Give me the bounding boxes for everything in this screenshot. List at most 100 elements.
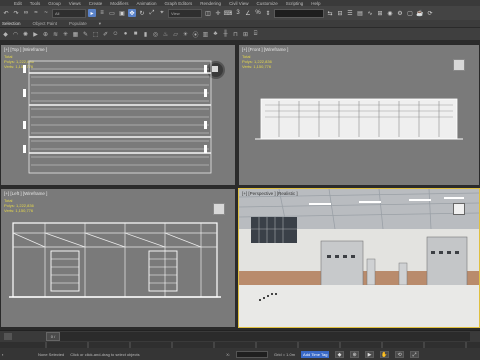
named-selection-field[interactable] — [274, 8, 324, 18]
ribbon-options-icon[interactable]: ▾ — [99, 21, 101, 27]
viewport-label[interactable]: [+] [Perspective ] [Realistic ] — [242, 191, 298, 196]
viewport-top[interactable]: [+] [Top ] [Wireframe ] Total Polys: 1,2… — [0, 44, 236, 186]
stairs-icon[interactable]: ⌸ — [252, 31, 259, 38]
manipulate-icon[interactable]: ✛ — [214, 9, 222, 17]
menu-tools[interactable]: Tools — [30, 1, 41, 6]
perspective-render — [239, 189, 479, 327]
tab-object-paint[interactable]: Object Paint — [33, 21, 58, 26]
window-crossing-icon[interactable]: ▣ — [118, 9, 126, 17]
pivot-icon[interactable]: ◫ — [204, 9, 212, 17]
reference-coord-dropdown[interactable]: View — [168, 8, 202, 18]
unlink-icon[interactable]: ≈ — [32, 9, 40, 17]
x-coordinate-field[interactable] — [236, 350, 269, 358]
bind-spacewarp-icon[interactable]: ~ — [42, 9, 50, 17]
viewport-perspective[interactable]: [+] [Perspective ] [Realistic ] — [238, 188, 480, 328]
menu-civil-view[interactable]: Civil View — [229, 1, 248, 6]
mirror-icon[interactable]: ⇆ — [326, 9, 334, 17]
sphere-icon[interactable]: ● — [122, 31, 129, 38]
time-config-icon[interactable] — [4, 333, 12, 340]
scale-icon[interactable]: ⤢ — [148, 9, 156, 17]
create-lights-icon[interactable]: ✺ — [22, 31, 29, 38]
tab-populate[interactable]: Populate — [69, 21, 87, 26]
window-icon[interactable]: ⊞ — [242, 31, 249, 38]
set-key-button[interactable]: ⊕ — [350, 350, 360, 358]
tab-selection[interactable]: Selection — [2, 21, 21, 26]
menu-animation[interactable]: Animation — [137, 1, 157, 6]
create-helpers-icon[interactable]: ⊕ — [42, 31, 49, 38]
toggle-ribbon-icon[interactable]: ▤ — [356, 9, 364, 17]
railing-icon[interactable]: ╫ — [222, 31, 229, 38]
render-setup-icon[interactable]: ⚙ — [396, 9, 404, 17]
time-slider[interactable]: 0 / 100 — [46, 332, 470, 347]
main-toolbar: ↶ ↷ ∞ ≈ ~ All ▸ ≡ ▭ ▣ ✥ ↻ ⤢ ⌖ View ◫ ✛ ⌨… — [0, 6, 480, 20]
grid-display: Grid = 1.0m — [274, 351, 296, 357]
snap-3d-icon[interactable]: 3 — [234, 9, 242, 17]
material-editor-icon[interactable]: ◉ — [386, 9, 394, 17]
create-geometry-icon[interactable]: ◆ — [2, 31, 9, 38]
keyboard-shortcut-icon[interactable]: ⌨ — [224, 9, 233, 17]
curve-editor-icon[interactable]: ∿ — [366, 9, 374, 17]
menu-edit[interactable]: Edit — [14, 1, 22, 6]
orbit-icon[interactable]: ⟲ — [395, 350, 405, 358]
graphite-modeling-icon[interactable]: ▦ — [72, 31, 79, 38]
selection-tools-icon[interactable]: ⬚ — [92, 31, 99, 38]
walls-icon[interactable]: ▥ — [202, 31, 209, 38]
create-spacewarps-icon[interactable]: ≋ — [52, 31, 59, 38]
menu-scripting[interactable]: Scripting — [286, 1, 304, 6]
menu-rendering[interactable]: Rendering — [200, 1, 221, 6]
menu-modifiers[interactable]: Modifiers — [110, 1, 128, 6]
create-systems-icon[interactable]: ✳ — [62, 31, 69, 38]
menu-customize[interactable]: Customize — [256, 1, 277, 6]
schematic-view-icon[interactable]: ⊞ — [376, 9, 384, 17]
select-by-name-icon[interactable]: ≡ — [98, 9, 106, 17]
viewport-left[interactable]: [+] [Left ] [Wireframe ] Total Polys: 1,… — [0, 188, 236, 328]
door-icon[interactable]: ⊓ — [232, 31, 239, 38]
auto-key-button[interactable]: ◆ — [335, 350, 345, 358]
undo-icon[interactable]: ↶ — [2, 9, 10, 17]
add-time-tag-button[interactable]: Add Time Tag — [301, 350, 330, 358]
percent-snap-icon[interactable]: % — [254, 9, 262, 17]
rotate-icon[interactable]: ↻ — [138, 9, 146, 17]
spinner-snap-icon[interactable]: ⇕ — [264, 9, 272, 17]
redo-icon[interactable]: ↷ — [12, 9, 20, 17]
play-icon[interactable]: ▶ — [365, 350, 375, 358]
selection-filter-dropdown[interactable]: All — [52, 8, 86, 18]
rect-selection-icon[interactable]: ▭ — [108, 9, 116, 17]
time-slider-thumb[interactable]: 0 / 100 — [46, 332, 60, 347]
layer-explorer-icon[interactable]: ☰ — [346, 9, 354, 17]
box-icon[interactable]: ■ — [132, 31, 139, 38]
foliage-icon[interactable]: ♣ — [212, 31, 219, 38]
create-cameras-icon[interactable]: ▶ — [32, 31, 39, 38]
align-icon[interactable]: ⊟ — [336, 9, 344, 17]
viewcube-icon[interactable] — [453, 203, 465, 215]
teapot-icon[interactable]: ♨ — [162, 31, 169, 38]
object-paint-icon[interactable]: ✐ — [102, 31, 109, 38]
prompt-line: Click or click-and-drag to select object… — [70, 351, 140, 357]
place-icon[interactable]: ⌖ — [158, 9, 166, 17]
camera-target-icon[interactable]: ⦿ — [192, 31, 199, 39]
plane-icon[interactable]: ▱ — [172, 31, 179, 38]
maxscript-listener[interactable]: ▪ — [2, 352, 32, 357]
menu-help[interactable]: Help — [311, 1, 320, 6]
torus-icon[interactable]: ◎ — [152, 31, 159, 38]
menu-group[interactable]: Group — [48, 1, 61, 6]
populate-icon[interactable]: ☺ — [112, 31, 119, 38]
maximize-viewport-icon[interactable]: ⤢ — [410, 350, 420, 358]
menu-create[interactable]: Create — [89, 1, 103, 6]
menu-graph-editors[interactable]: Graph Editors — [165, 1, 193, 6]
viewport-front[interactable]: [+] [Front ] [Wireframe ] Total Polys: 1… — [238, 44, 480, 186]
selection-status: None Selected — [38, 351, 65, 357]
select-object-icon[interactable]: ▸ — [88, 9, 96, 17]
render-iterative-icon[interactable]: ⟳ — [426, 9, 434, 17]
angle-snap-icon[interactable]: ∠ — [244, 9, 252, 17]
light-omni-icon[interactable]: ☀ — [182, 31, 189, 38]
create-shapes-icon[interactable]: ◠ — [12, 31, 19, 38]
link-icon[interactable]: ∞ — [22, 9, 30, 17]
cylinder-icon[interactable]: ▮ — [142, 31, 149, 38]
move-icon[interactable]: ✥ — [128, 9, 136, 17]
render-production-icon[interactable]: ☕ — [416, 9, 424, 17]
freeform-icon[interactable]: ✎ — [82, 31, 89, 38]
rendered-frame-icon[interactable]: ▢ — [406, 9, 414, 17]
menu-views[interactable]: Views — [69, 1, 81, 6]
pan-icon[interactable]: ✋ — [380, 350, 390, 358]
